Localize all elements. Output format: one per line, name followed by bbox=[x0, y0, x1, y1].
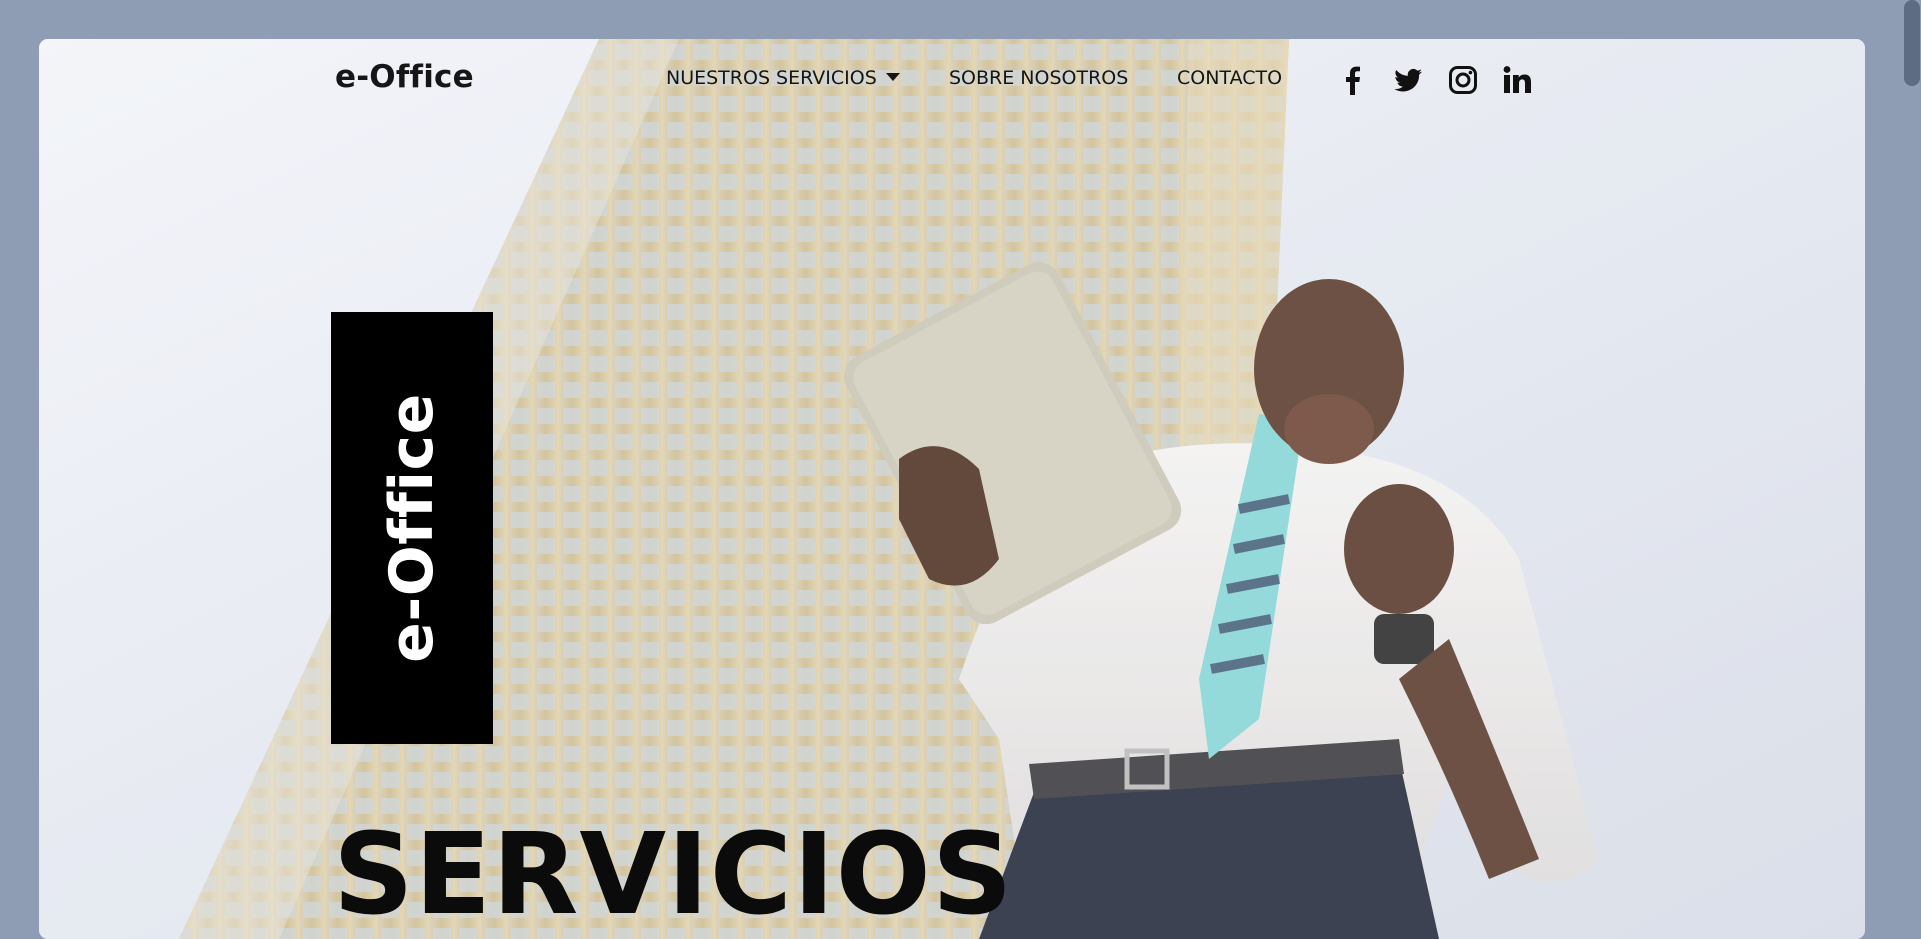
caret-down-icon bbox=[885, 72, 900, 81]
hero-background-image bbox=[39, 39, 1865, 939]
page: e-Office NUESTROS SERVICIOS SOBRE NOSOTR… bbox=[39, 39, 1865, 939]
instagram-icon[interactable] bbox=[1447, 64, 1479, 96]
site-header: e-Office NUESTROS SERVICIOS SOBRE NOSOTR… bbox=[39, 39, 1865, 119]
nav-item-services[interactable]: NUESTROS SERVICIOS bbox=[666, 67, 900, 89]
nav-item-contact[interactable]: CONTACTO bbox=[1177, 67, 1282, 89]
site-logo[interactable]: e-Office bbox=[335, 59, 474, 95]
nav-item-about[interactable]: SOBRE NOSOTROS bbox=[949, 67, 1128, 89]
scrollbar-thumb[interactable] bbox=[1904, 0, 1920, 86]
nav-item-services-label: NUESTROS SERVICIOS bbox=[666, 67, 877, 89]
vertical-brand-badge: e-Office bbox=[331, 312, 493, 744]
hero-title: SERVICIOS bbox=[333, 810, 1014, 939]
twitter-icon[interactable] bbox=[1392, 64, 1424, 96]
linkedin-icon[interactable] bbox=[1501, 64, 1533, 96]
page-scrollbar[interactable] bbox=[1903, 0, 1921, 932]
badge-text: e-Office bbox=[377, 393, 447, 663]
facebook-icon[interactable] bbox=[1337, 64, 1369, 96]
